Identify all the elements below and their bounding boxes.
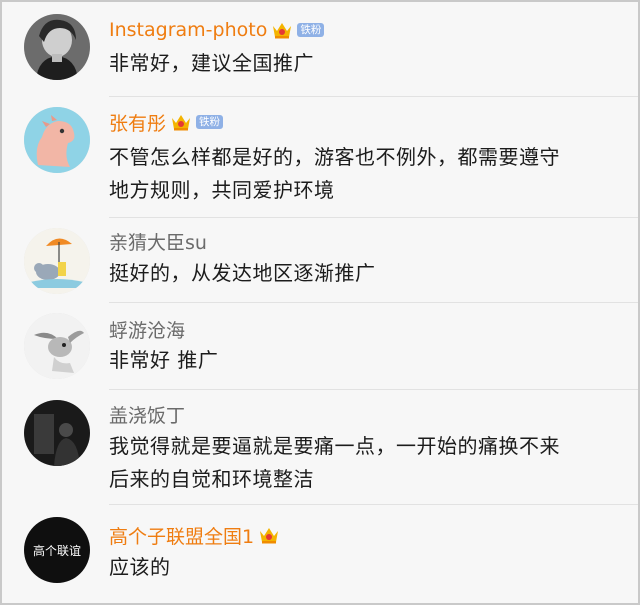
logo-avatar[interactable]: 高个联谊 <box>24 517 90 583</box>
divider <box>109 504 638 505</box>
woman-portrait-avatar[interactable] <box>24 14 90 80</box>
divider <box>109 389 638 390</box>
fan-badge: 铁粉 <box>297 23 325 37</box>
divider <box>109 217 638 218</box>
username[interactable]: 张有彤 <box>109 109 166 136</box>
pink-dinosaur-avatar[interactable] <box>24 107 90 173</box>
comment-text-line: 后来的自觉和环境整洁 <box>109 467 314 491</box>
username[interactable]: 盖浇饭丁 <box>109 401 185 428</box>
username[interactable]: Instagram-photo <box>109 19 267 41</box>
crown-vip-icon <box>172 115 191 131</box>
avatar-logo-text: 高个联谊 <box>33 543 81 558</box>
divider <box>109 96 638 97</box>
comment-text-line: 地方规则，共同爱护环境 <box>109 178 335 202</box>
comment-text: 非常好 推广 <box>109 348 219 372</box>
dark-figure-avatar[interactable] <box>24 400 90 466</box>
comment-text: 应该的 <box>109 555 171 579</box>
comment-text-line: 不管怎么样都是好的，游客也不例外，都需要遵守 <box>109 145 560 169</box>
comment-text: 挺好的，从发达地区逐渐推广 <box>109 261 376 285</box>
comment-text: 我觉得就是要逼就是要痛一点，一开始的痛换不来 后来的自觉和环境整洁 <box>109 430 619 496</box>
username[interactable]: 亲猜大臣su <box>109 228 207 255</box>
comment-feed: Instagram-photo 铁粉 非常好，建议全国推广 张有彤 铁粉 不管怎… <box>2 2 638 603</box>
fan-badge: 铁粉 <box>196 115 224 129</box>
comment-text: 非常好，建议全国推广 <box>109 51 314 75</box>
divider <box>109 302 638 303</box>
crown-vip-icon <box>273 23 292 39</box>
username[interactable]: 蜉游沧海 <box>109 316 185 343</box>
cartoon-rabbit-avatar[interactable] <box>24 313 90 379</box>
crown-vip-icon <box>260 528 279 544</box>
comment-text-line: 我觉得就是要逼就是要痛一点，一开始的痛换不来 <box>109 434 560 458</box>
elephant-umbrella-avatar[interactable] <box>24 228 90 294</box>
comment-text: 不管怎么样都是好的，游客也不例外，都需要遵守 地方规则，共同爱护环境 <box>109 141 619 207</box>
username[interactable]: 高个子联盟全国1 <box>109 522 254 549</box>
